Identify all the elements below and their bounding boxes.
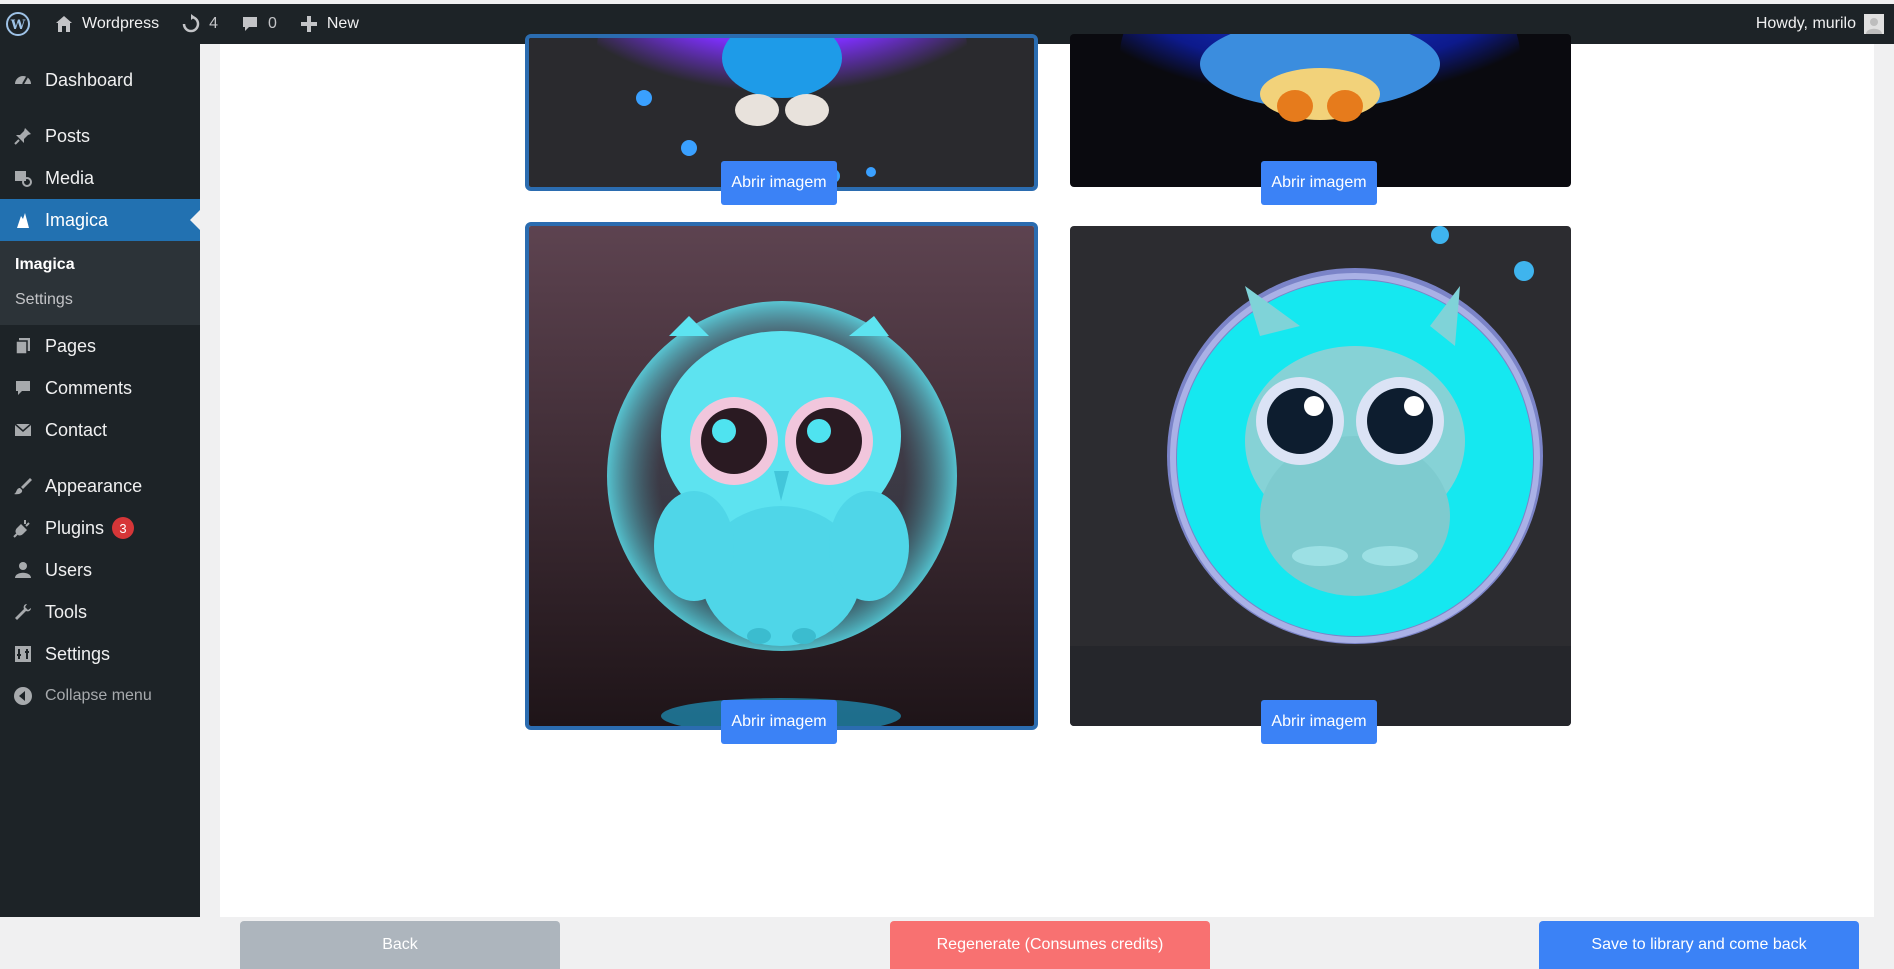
svg-text:W: W bbox=[10, 18, 26, 33]
wordpress-logo-button[interactable]: W bbox=[0, 4, 42, 44]
plug-icon bbox=[12, 517, 34, 539]
site-name: Wordpress bbox=[82, 15, 160, 32]
submenu-item-imagica[interactable]: Imagica bbox=[0, 247, 200, 282]
open-image-button-3[interactable]: Abrir imagem bbox=[721, 700, 837, 744]
sidebar-item-label: Media bbox=[45, 167, 95, 188]
sidebar-item-plugins[interactable]: Plugins 3 bbox=[0, 507, 200, 549]
collapse-icon bbox=[12, 685, 34, 707]
image-card-3[interactable] bbox=[525, 222, 1038, 730]
regenerate-button[interactable]: Regenerate (Consumes credits) bbox=[890, 921, 1210, 969]
image-card-4[interactable] bbox=[1070, 226, 1571, 726]
comment-icon bbox=[238, 12, 262, 36]
mail-icon bbox=[12, 419, 34, 441]
sidebar-item-settings[interactable]: Settings bbox=[0, 633, 200, 675]
pin-icon bbox=[12, 125, 34, 147]
collapse-menu-label: Collapse menu bbox=[45, 687, 152, 704]
sidebar-item-comments[interactable]: Comments bbox=[0, 367, 200, 409]
sidebar-item-pages[interactable]: Pages bbox=[0, 325, 200, 367]
plus-icon bbox=[297, 12, 321, 36]
user-icon bbox=[12, 559, 34, 581]
howdy-text: Howdy, murilo bbox=[1755, 15, 1856, 32]
wrench-icon bbox=[12, 601, 34, 623]
sidebar-item-users[interactable]: Users bbox=[0, 549, 200, 591]
pages-icon bbox=[12, 335, 34, 357]
sidebar-item-label: Imagica bbox=[45, 209, 109, 230]
new-label: New bbox=[326, 15, 359, 32]
updates-icon bbox=[179, 12, 203, 36]
comments-count: 0 bbox=[267, 15, 277, 32]
new-content-link[interactable]: New bbox=[287, 4, 369, 44]
save-to-library-button[interactable]: Save to library and come back bbox=[1539, 921, 1859, 969]
owl-image-3 bbox=[529, 226, 1034, 726]
updates-link[interactable]: 4 bbox=[169, 4, 228, 44]
sidebar-item-label: Comments bbox=[45, 377, 133, 398]
sidebar-item-label: Users bbox=[45, 559, 93, 580]
sidebar-item-imagica[interactable]: Imagica bbox=[0, 199, 200, 241]
sidebar-item-label: Contact bbox=[45, 419, 108, 440]
owl-image-4 bbox=[1070, 226, 1571, 726]
sidebar-item-label: Posts bbox=[45, 125, 91, 146]
back-button[interactable]: Back bbox=[240, 921, 560, 969]
sidebar-item-appearance[interactable]: Appearance bbox=[0, 465, 200, 507]
submenu-item-settings[interactable]: Settings bbox=[0, 282, 200, 317]
collapse-menu-button[interactable]: Collapse menu bbox=[0, 675, 200, 717]
sidebar-item-label: Settings bbox=[45, 643, 111, 664]
open-image-button-4[interactable]: Abrir imagem bbox=[1261, 700, 1377, 744]
home-icon bbox=[52, 12, 76, 36]
admin-sidebar: Dashboard Posts Media Imagica Imagica Se… bbox=[0, 44, 200, 917]
sidebar-item-posts[interactable]: Posts bbox=[0, 115, 200, 157]
settings-icon bbox=[12, 643, 34, 665]
updates-count: 4 bbox=[209, 15, 218, 32]
sidebar-item-label: Plugins bbox=[45, 517, 105, 538]
open-image-button-1[interactable]: Abrir imagem bbox=[721, 161, 837, 205]
wordpress-logo-icon: W bbox=[6, 12, 30, 36]
content-panel: Abrir imagem Abrir imagem Abrir imagem A… bbox=[220, 34, 1874, 969]
sidebar-item-dashboard[interactable]: Dashboard bbox=[0, 59, 200, 101]
avatar bbox=[1864, 14, 1884, 34]
dashboard-icon bbox=[12, 69, 34, 91]
plugins-update-badge: 3 bbox=[112, 517, 135, 539]
sidebar-item-contact[interactable]: Contact bbox=[0, 409, 200, 451]
imagica-submenu: Imagica Settings bbox=[0, 241, 200, 325]
media-icon bbox=[12, 167, 34, 189]
comments-link[interactable]: 0 bbox=[228, 4, 287, 44]
sidebar-item-label: Tools bbox=[45, 601, 88, 622]
sidebar-item-label: Pages bbox=[45, 335, 97, 356]
open-image-button-2[interactable]: Abrir imagem bbox=[1261, 161, 1377, 205]
sidebar-item-label: Appearance bbox=[45, 475, 143, 496]
brush-icon bbox=[12, 475, 34, 497]
imagica-icon bbox=[12, 209, 34, 231]
sidebar-item-media[interactable]: Media bbox=[0, 157, 200, 199]
comment-icon bbox=[12, 377, 34, 399]
sidebar-item-tools[interactable]: Tools bbox=[0, 591, 200, 633]
sidebar-item-label: Dashboard bbox=[45, 69, 134, 90]
site-name-link[interactable]: Wordpress bbox=[42, 4, 169, 44]
account-menu[interactable]: Howdy, murilo bbox=[1746, 4, 1894, 44]
